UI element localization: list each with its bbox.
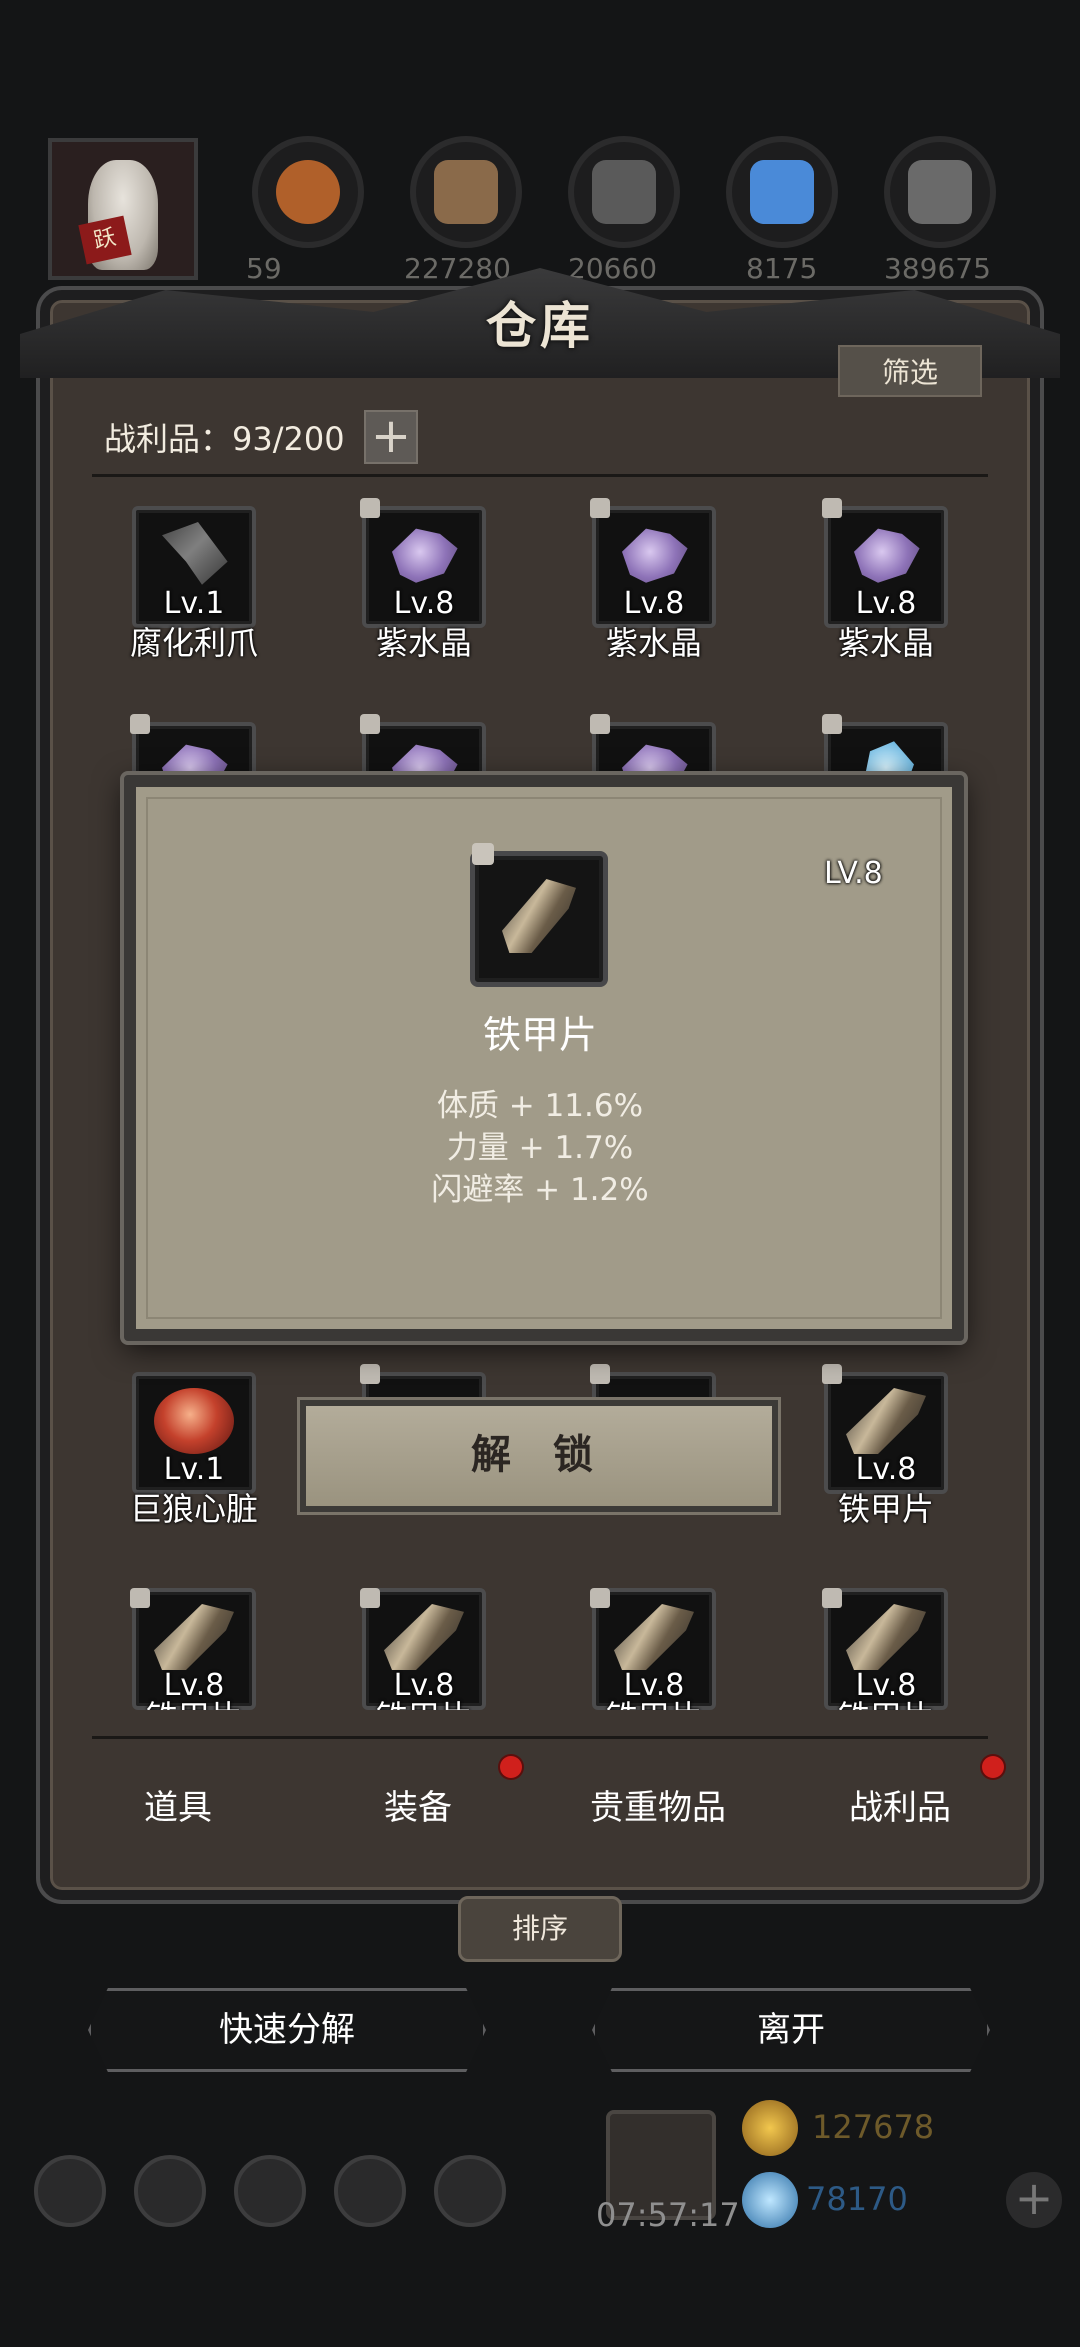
add-currency-button[interactable]: + [1006, 2172, 1062, 2228]
item-slot[interactable]: Lv.1 巨狼心脏 [130, 1372, 258, 1528]
lock-icon [590, 1588, 610, 1608]
gold-coin-icon [742, 2100, 798, 2156]
lock-icon [360, 714, 380, 734]
detail-stat: 体质 + 11.6% [436, 1088, 644, 1124]
detail-stat: 闪避率 + 1.2% [431, 1172, 649, 1208]
item-name: 铁甲片 [837, 1490, 934, 1528]
lock-icon [590, 498, 610, 518]
inventory-row-clip: Lv.8 铁甲片 Lv.8 铁甲片 Lv.8 铁甲片 Lv.8 铁甲片 [92, 1586, 988, 1710]
leave-button[interactable]: 离开 [592, 1988, 990, 2072]
item-level: Lv.8 [623, 586, 685, 621]
event-icon[interactable] [434, 2155, 506, 2227]
item-slot[interactable]: Lv.8 铁甲片 [130, 1588, 256, 1710]
sort-button[interactable]: 排序 [458, 1896, 622, 1962]
item-slot[interactable]: Lv.8 紫水晶 [822, 498, 948, 662]
item-level: Lv.8 [855, 586, 917, 621]
achievement-icon[interactable] [134, 2155, 206, 2227]
resource-crystal-icon [726, 136, 838, 248]
item-name: 紫水晶 [605, 624, 702, 662]
gem-value: 78170 [806, 2180, 908, 2218]
filter-button[interactable]: 筛选 [838, 345, 982, 397]
resource-meat-icon [252, 136, 364, 248]
detail-stat: 力量 + 1.7% [446, 1130, 634, 1166]
item-name: 紫水晶 [375, 624, 472, 662]
item-name: 紫水晶 [837, 624, 934, 662]
unlock-button[interactable]: 解 锁 [300, 1400, 778, 1512]
item-slot[interactable]: Lv.8 铁甲片 [822, 1588, 948, 1710]
hero-portrait[interactable]: 跃 [48, 138, 198, 280]
item-name: 腐化利爪 [129, 624, 258, 662]
settings-icon[interactable] [34, 2155, 106, 2227]
lock-icon [822, 1364, 842, 1384]
lock-icon [590, 714, 610, 734]
item-slot[interactable]: Lv.8 铁甲片 [590, 1588, 716, 1710]
notification-badge [500, 1756, 522, 1778]
item-name: 巨狼心脏 [129, 1490, 258, 1528]
item-name: 铁甲片 [562, 1692, 746, 1710]
notification-badge [982, 1756, 1004, 1778]
guild-icon[interactable] [234, 2155, 306, 2227]
tab-valuables[interactable]: 贵重物品 [548, 1780, 768, 1829]
detail-level: LV.8 [824, 856, 883, 891]
resource-value: 8175 [746, 252, 818, 285]
divider [92, 1736, 988, 1739]
resource-stone-icon [884, 136, 996, 248]
gem-icon [742, 2172, 798, 2228]
item-level: Lv.8 [393, 586, 455, 621]
item-level: Lv.1 [163, 1452, 225, 1487]
item-slot[interactable]: Lv.8 铁甲片 [360, 1588, 486, 1710]
resource-value: 389675 [884, 252, 991, 285]
quick-decompose-button[interactable]: 快速分解 [88, 1988, 486, 2072]
lock-icon [822, 714, 842, 734]
lock-icon [590, 1364, 610, 1384]
tab-equipment[interactable]: 装备 [308, 1780, 528, 1829]
divider [92, 474, 988, 477]
detail-name: 铁甲片 [482, 1013, 597, 1057]
gift-timer: 07:57:17 [596, 2196, 740, 2234]
detail-item-slot [470, 843, 608, 987]
item-level: Lv.8 [855, 1452, 917, 1487]
resource-iron-icon [568, 136, 680, 248]
item-slot[interactable]: Lv.8 紫水晶 [360, 498, 486, 662]
heart-icon [154, 1388, 234, 1454]
mail-icon[interactable] [334, 2155, 406, 2227]
resource-wood-icon [410, 136, 522, 248]
item-name: 铁甲片 [102, 1692, 286, 1710]
lock-icon [472, 843, 494, 865]
resource-value: 59 [246, 252, 282, 285]
lock-icon [130, 1588, 150, 1608]
capacity-label: 战利品：93/200 [104, 420, 345, 458]
tab-loot[interactable]: 战利品 [790, 1780, 1010, 1829]
lock-icon [130, 714, 150, 734]
expand-capacity-button[interactable]: + [364, 410, 418, 464]
item-slot[interactable]: Lv.8 紫水晶 [590, 498, 716, 662]
item-name: 铁甲片 [794, 1692, 978, 1710]
item-name: 铁甲片 [332, 1692, 516, 1710]
lock-icon [822, 498, 842, 518]
item-level: Lv.1 [163, 586, 225, 621]
lock-icon [360, 1588, 380, 1608]
panel-title: 仓库 [486, 296, 594, 355]
lock-icon [822, 1588, 842, 1608]
lock-icon [360, 1364, 380, 1384]
item-slot[interactable]: Lv.8 铁甲片 [822, 1364, 948, 1528]
item-slot[interactable]: Lv.1 腐化利爪 [130, 506, 258, 662]
tab-items[interactable]: 道具 [68, 1780, 288, 1829]
gold-value: 127678 [812, 2108, 935, 2146]
lock-icon [360, 498, 380, 518]
